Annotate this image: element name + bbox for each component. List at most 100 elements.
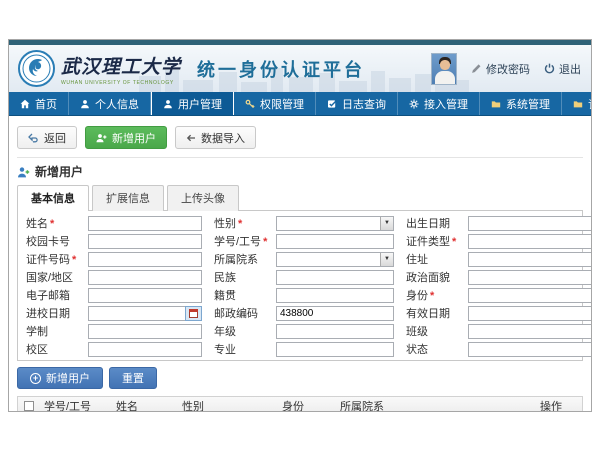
country-region-input[interactable] bbox=[88, 270, 202, 285]
political-status-label: 政治面貌 bbox=[406, 269, 468, 285]
logout-link[interactable]: 退出 bbox=[544, 61, 581, 77]
nav-subscription-management[interactable]: 订阅管理 bbox=[562, 92, 592, 115]
col-name: 姓名 bbox=[112, 398, 178, 412]
folder-icon bbox=[491, 99, 501, 109]
form-actions: + 新增用户 重置 bbox=[17, 367, 583, 389]
nav-home[interactable]: 首页 bbox=[9, 92, 69, 115]
toolbar: 返回 新增用户 数据导入 bbox=[17, 122, 583, 158]
tab-extended-info[interactable]: 扩展信息 bbox=[92, 185, 164, 211]
back-button[interactable]: 返回 bbox=[17, 126, 77, 149]
class-input[interactable] bbox=[468, 324, 592, 339]
form-tabs: 基本信息 扩展信息 上传头像 bbox=[17, 184, 583, 210]
form-grid: 姓名* 性别*▼ 出生日期 校园卡号 学号/工号* 证件类型* 证件号码* 所属… bbox=[26, 215, 574, 357]
folder-icon bbox=[573, 99, 583, 109]
nav-label: 订阅管理 bbox=[588, 96, 592, 112]
nav-personal-info[interactable]: 个人信息 bbox=[69, 92, 151, 115]
col-department: 所属院系 bbox=[336, 398, 536, 412]
ethnicity-input[interactable] bbox=[276, 270, 394, 285]
platform-title: 统一身份认证平台 bbox=[197, 56, 365, 82]
email-label: 电子邮箱 bbox=[26, 287, 88, 303]
campus-card-input[interactable] bbox=[88, 234, 202, 249]
nav-permission-management[interactable]: 权限管理 bbox=[234, 92, 316, 115]
native-place-input[interactable] bbox=[276, 288, 394, 303]
pencil-icon bbox=[471, 63, 482, 74]
nav-label: 用户管理 bbox=[178, 96, 222, 112]
add-user-label: 新增用户 bbox=[112, 130, 156, 146]
data-import-label: 数据导入 bbox=[201, 130, 245, 146]
logout-label: 退出 bbox=[559, 61, 581, 77]
university-name-en: WUHAN UNIVERSITY OF TECHNOLOGY bbox=[61, 80, 181, 86]
email-input[interactable] bbox=[88, 288, 202, 303]
status-input[interactable] bbox=[468, 342, 592, 357]
entry-date-label: 进校日期 bbox=[26, 305, 88, 321]
calendar-icon[interactable] bbox=[185, 306, 202, 321]
class-label: 班级 bbox=[406, 323, 468, 339]
col-actions: 操作 bbox=[536, 398, 582, 412]
postal-code-input[interactable] bbox=[276, 306, 394, 321]
student-id-label: 学号/工号* bbox=[214, 233, 276, 249]
name-input[interactable] bbox=[88, 216, 202, 231]
university-logo-icon bbox=[18, 50, 55, 87]
home-icon bbox=[20, 99, 30, 109]
submit-label: 新增用户 bbox=[46, 370, 90, 386]
table-header-row: 学号/工号 姓名 性别 身份 所属院系 操作 bbox=[18, 397, 582, 412]
ethnicity-label: 民族 bbox=[214, 269, 276, 285]
nav-label: 权限管理 bbox=[260, 96, 304, 112]
schooling-length-input[interactable] bbox=[88, 324, 202, 339]
campus-input[interactable] bbox=[88, 342, 202, 357]
country-region-label: 国家/地区 bbox=[26, 269, 88, 285]
log-check-icon bbox=[327, 99, 337, 109]
gender-label: 性别* bbox=[214, 215, 276, 231]
header: 武汉理工大学 WUHAN UNIVERSITY OF TECHNOLOGY 统一… bbox=[9, 45, 591, 92]
add-user-toolbar-button[interactable]: 新增用户 bbox=[85, 126, 167, 149]
user-icon bbox=[80, 99, 90, 109]
change-password-link[interactable]: 修改密码 bbox=[471, 61, 530, 77]
user-plus-icon bbox=[96, 133, 107, 143]
nav-system-management[interactable]: 系统管理 bbox=[480, 92, 562, 115]
nav-user-management[interactable]: 用户管理 bbox=[151, 92, 234, 115]
app-window: 武汉理工大学 WUHAN UNIVERSITY OF TECHNOLOGY 统一… bbox=[8, 39, 592, 412]
chevron-down-icon: ▼ bbox=[380, 217, 393, 230]
data-import-button[interactable]: 数据导入 bbox=[175, 126, 256, 149]
nav-access-management[interactable]: 接入管理 bbox=[398, 92, 480, 115]
valid-date-input[interactable] bbox=[468, 306, 592, 321]
nav-label: 首页 bbox=[35, 96, 57, 112]
back-arrow-icon bbox=[28, 133, 39, 143]
section-title-row: 新增用户 bbox=[17, 164, 583, 179]
major-input[interactable] bbox=[276, 342, 394, 357]
address-label: 住址 bbox=[406, 251, 468, 267]
user-avatar[interactable] bbox=[431, 53, 457, 85]
birth-date-input[interactable] bbox=[468, 216, 592, 231]
reset-button[interactable]: 重置 bbox=[109, 367, 157, 389]
power-icon bbox=[544, 63, 555, 74]
user-icon bbox=[163, 99, 173, 109]
plus-circle-icon: + bbox=[30, 373, 41, 384]
native-place-label: 籍贯 bbox=[214, 287, 276, 303]
col-identity: 身份 bbox=[278, 398, 336, 412]
identity-input[interactable] bbox=[468, 288, 592, 303]
col-gender: 性别 bbox=[178, 398, 278, 412]
select-all-checkbox[interactable] bbox=[24, 401, 34, 411]
id-type-input[interactable] bbox=[468, 234, 592, 249]
department-select[interactable]: ▼ bbox=[276, 252, 394, 267]
nav-label: 个人信息 bbox=[95, 96, 139, 112]
main-nav: 首页 个人信息 用户管理 权限管理 日志查询 接入管理 系统管理 订阅管理 bbox=[9, 92, 591, 116]
id-number-label: 证件号码* bbox=[26, 251, 88, 267]
political-status-input[interactable] bbox=[468, 270, 592, 285]
grade-input[interactable] bbox=[276, 324, 394, 339]
add-user-section-icon bbox=[17, 166, 30, 178]
nav-log-query[interactable]: 日志查询 bbox=[316, 92, 398, 115]
student-id-input[interactable] bbox=[276, 234, 394, 249]
tab-upload-avatar[interactable]: 上传头像 bbox=[167, 185, 239, 211]
tab-basic-info[interactable]: 基本信息 bbox=[17, 185, 89, 211]
campus-card-label: 校园卡号 bbox=[26, 233, 88, 249]
valid-date-label: 有效日期 bbox=[406, 305, 468, 321]
address-input[interactable] bbox=[468, 252, 592, 267]
gender-select[interactable]: ▼ bbox=[276, 216, 394, 231]
section-title: 新增用户 bbox=[35, 163, 83, 180]
id-number-input[interactable] bbox=[88, 252, 202, 267]
university-name-cn: 武汉理工大学 bbox=[61, 52, 181, 79]
chevron-down-icon: ▼ bbox=[380, 253, 393, 266]
submit-add-user-button[interactable]: + 新增用户 bbox=[17, 367, 103, 389]
entry-date-input[interactable] bbox=[88, 306, 185, 321]
